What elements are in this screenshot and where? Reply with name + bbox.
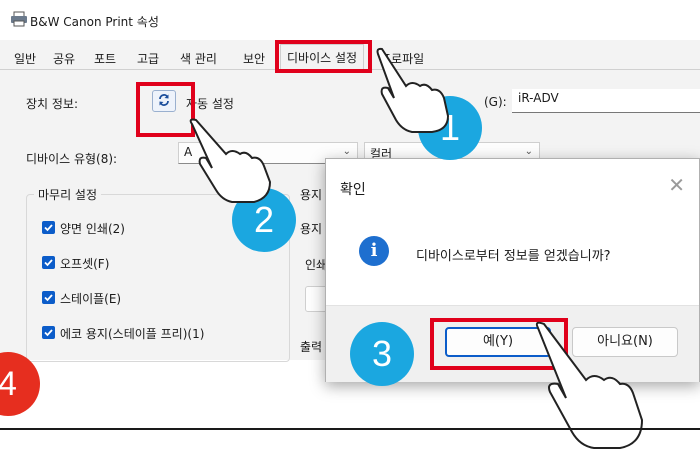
eco-paper-checkbox[interactable] <box>42 326 55 339</box>
model-field[interactable]: iR-ADV <box>512 89 700 113</box>
pointer-hand-icon <box>535 321 644 449</box>
eco-paper-label: 에코 용지(스테이플 프리)(1) <box>60 327 205 341</box>
title-bar: B&W Canon Print 속성 <box>0 0 700 40</box>
model-value: iR-ADV <box>518 91 559 105</box>
bottom-divider <box>0 428 700 430</box>
dialog-message: 디바이스로부터 정보를 얻겠습니까? <box>416 249 611 264</box>
print-label: 인쇄 <box>305 258 328 272</box>
staple-checkbox[interactable] <box>42 291 55 304</box>
staple-label: 스테이플(E) <box>60 292 122 306</box>
highlight-device-settings-tab <box>275 40 372 73</box>
window-title: B&W Canon Print 속성 <box>30 15 159 29</box>
chevron-down-icon: ⌄ <box>524 146 533 157</box>
device-type-label: 디바이스 유형(8): <box>26 152 118 166</box>
pointer-hand-icon <box>189 118 272 203</box>
pointer-hand-icon <box>376 47 450 133</box>
printer-icon <box>10 11 28 27</box>
offset-checkbox[interactable] <box>42 256 55 269</box>
dialog-title: 확인 <box>340 182 366 198</box>
model-label: (G): <box>484 95 507 109</box>
duplex-label: 양면 인쇄(2) <box>60 222 125 236</box>
paper-label-2: 용지 <box>300 222 323 236</box>
finishing-group-title: 마무리 설정 <box>34 186 102 203</box>
tab-security[interactable]: 보안 <box>243 50 265 67</box>
paper-label-1: 용지 <box>300 188 323 202</box>
info-icon: i <box>359 236 389 266</box>
tab-sharing[interactable]: 공유 <box>53 50 75 67</box>
duplex-checkbox[interactable] <box>42 221 55 234</box>
tab-general[interactable]: 일반 <box>14 50 36 67</box>
tab-advanced[interactable]: 고급 <box>137 50 159 67</box>
output-label: 출력 <box>300 340 323 354</box>
step-marker-3: 3 <box>350 322 414 386</box>
close-icon[interactable]: ✕ <box>668 173 685 197</box>
chevron-down-icon: ⌄ <box>342 146 351 157</box>
tab-ports[interactable]: 포트 <box>94 50 116 67</box>
tab-color-management[interactable]: 색 관리 <box>180 50 217 67</box>
device-info-label: 장치 정보: <box>26 97 79 111</box>
offset-label: 오프셋(F) <box>60 257 110 271</box>
